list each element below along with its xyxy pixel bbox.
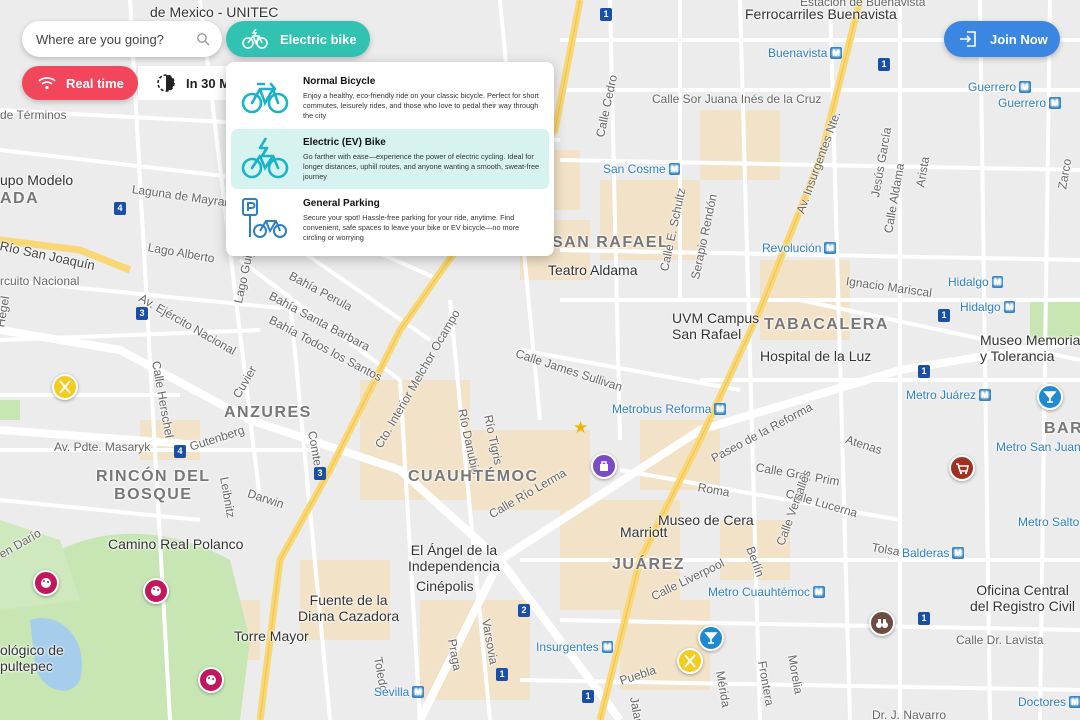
- dropdown-option-general-parking[interactable]: General Parking Secure your spot! Hassle…: [231, 190, 549, 250]
- dropdown-option-desc: Secure your spot! Hassle-free parking fo…: [303, 213, 520, 242]
- route-shield: 2: [518, 604, 530, 617]
- login-icon: [960, 31, 976, 47]
- map-label: Doctores: [1018, 695, 1080, 709]
- restaurant-icon[interactable]: [52, 374, 78, 400]
- map-label: ológico de pultepec: [0, 642, 64, 674]
- bar-icon[interactable]: [1037, 384, 1063, 410]
- transport-mode-label: Electric bike: [280, 31, 357, 47]
- join-now-label: Join Now: [990, 31, 1048, 47]
- dropdown-option-desc: Enjoy a healthy, eco-friendly ride on yo…: [303, 91, 539, 120]
- map-label: Estación de Buenavista: [800, 0, 926, 9]
- route-shield: 1: [600, 8, 612, 21]
- art-gallery-icon[interactable]: [143, 578, 169, 604]
- map-label: Insurgentes: [536, 640, 613, 654]
- map-label: BAR: [1044, 420, 1080, 437]
- binoculars-icon[interactable]: [869, 610, 895, 636]
- shopping-bag-icon[interactable]: [591, 453, 617, 479]
- map-label: Museo Memoria y Tolerancia: [980, 332, 1080, 364]
- map-label: Metrobus Reforma: [612, 402, 726, 416]
- transport-mode-button[interactable]: Electric bike: [226, 21, 370, 57]
- map-label: Revolución: [762, 241, 836, 255]
- map-label: Balderas: [902, 546, 964, 560]
- map-label: Guerrero: [998, 96, 1061, 110]
- dropdown-option-title: Electric (EV) Bike: [303, 137, 386, 148]
- schedule-button[interactable]: In 30 M: [138, 66, 238, 100]
- join-now-button[interactable]: Join Now: [944, 21, 1060, 57]
- dropdown-option-electric-bike[interactable]: Electric (EV) Bike Go farther with ease—…: [231, 129, 549, 189]
- dropdown-option-normal-bicycle[interactable]: Normal Bicycle Enjoy a healthy, eco-frie…: [231, 68, 549, 128]
- bar-icon[interactable]: [698, 625, 724, 651]
- bicycle-icon: [237, 74, 293, 120]
- dropdown-option-title: General Parking: [303, 198, 380, 209]
- shopping-cart-icon[interactable]: [949, 455, 975, 481]
- clock-icon: [157, 74, 175, 92]
- map-label: Teatro Aldama: [548, 262, 638, 278]
- map-label: de Términos: [0, 108, 67, 122]
- map-label: TABACALERA: [764, 316, 889, 333]
- map-label: Calle Dr. Lavista: [956, 633, 1044, 647]
- star-icon[interactable]: ★: [573, 418, 588, 438]
- map-label: Av. Pdte. Masaryk: [54, 440, 151, 454]
- map-label: ADA: [0, 190, 40, 207]
- map-label: Metro Salto: [1018, 515, 1080, 529]
- electric-bike-icon: [242, 28, 268, 49]
- map-label: Camino Real Polanco: [108, 536, 244, 552]
- route-shield: 1: [918, 365, 930, 378]
- map-label: UVM Campus San Rafael: [672, 310, 760, 342]
- map-label: JUÁREZ: [612, 556, 686, 573]
- route-shield: 1: [938, 309, 950, 322]
- map-label: Sevilla: [374, 685, 424, 699]
- dropdown-option-desc: Go farther with ease—experience the powe…: [303, 152, 540, 181]
- map-label: Museo de Cera: [658, 512, 754, 528]
- map-label: rcuito Nacional: [0, 274, 80, 288]
- map-label: Oficina Central del Registro Civil: [970, 582, 1076, 614]
- map-label: CUAUHTÉMOC: [408, 468, 539, 485]
- restaurant-icon[interactable]: [677, 648, 703, 674]
- art-gallery-icon[interactable]: [198, 667, 224, 693]
- map-label: Calle Sor Juana Inés de la Cruz: [652, 92, 822, 106]
- map-label: Guerrero: [968, 80, 1031, 94]
- route-shield: 3: [314, 467, 326, 480]
- route-shield: 4: [114, 202, 126, 215]
- map-label: de Mexico - UNITEC: [150, 4, 279, 20]
- map-label: San Cosme: [603, 162, 680, 176]
- realtime-button[interactable]: Real time: [22, 66, 138, 100]
- route-shield: 1: [918, 612, 930, 625]
- map-label: Hidalgo: [960, 300, 1015, 314]
- bike-parking-icon: [237, 196, 293, 242]
- route-shield: 4: [174, 445, 186, 458]
- map-label: Torre Mayor: [234, 628, 309, 644]
- map-label: El Ángel de la Independencia: [408, 542, 500, 574]
- search-input[interactable]: [36, 31, 196, 47]
- map-label: ANZURES: [224, 404, 312, 421]
- wifi-icon: [38, 77, 56, 90]
- transport-mode-dropdown: Normal Bicycle Enjoy a healthy, eco-frie…: [226, 62, 554, 256]
- route-shield: 1: [582, 690, 594, 703]
- map-label: RINCÓN DEL BOSQUE: [96, 468, 211, 503]
- map-label: Buenavista: [768, 46, 842, 60]
- map-label: Fuente de la Diana Cazadora: [298, 592, 400, 624]
- map-label: upo Modelo: [0, 172, 74, 188]
- route-shield: 1: [878, 58, 890, 71]
- map-label: Dr. J. Navarro: [872, 708, 947, 720]
- dropdown-option-title: Normal Bicycle: [303, 76, 376, 87]
- schedule-label: In 30 M: [186, 75, 231, 91]
- map-label: SAN RAFAEL: [552, 234, 670, 251]
- search-bar[interactable]: [22, 21, 222, 57]
- map-label: Metro Cuauhtémoc: [708, 585, 825, 599]
- art-gallery-icon[interactable]: [33, 570, 59, 596]
- electric-bike-icon: [237, 135, 293, 181]
- map-label: Hospital de la Luz: [760, 348, 872, 364]
- map-label: Metro San Juan de: [996, 440, 1080, 454]
- realtime-label: Real time: [66, 75, 124, 91]
- map-label: Metro Juárez: [906, 388, 991, 402]
- map-label: Hidalgo: [948, 275, 1003, 289]
- route-shield: 1: [496, 668, 508, 681]
- search-icon[interactable]: [196, 32, 210, 46]
- map-label: Cinépolis: [416, 578, 474, 594]
